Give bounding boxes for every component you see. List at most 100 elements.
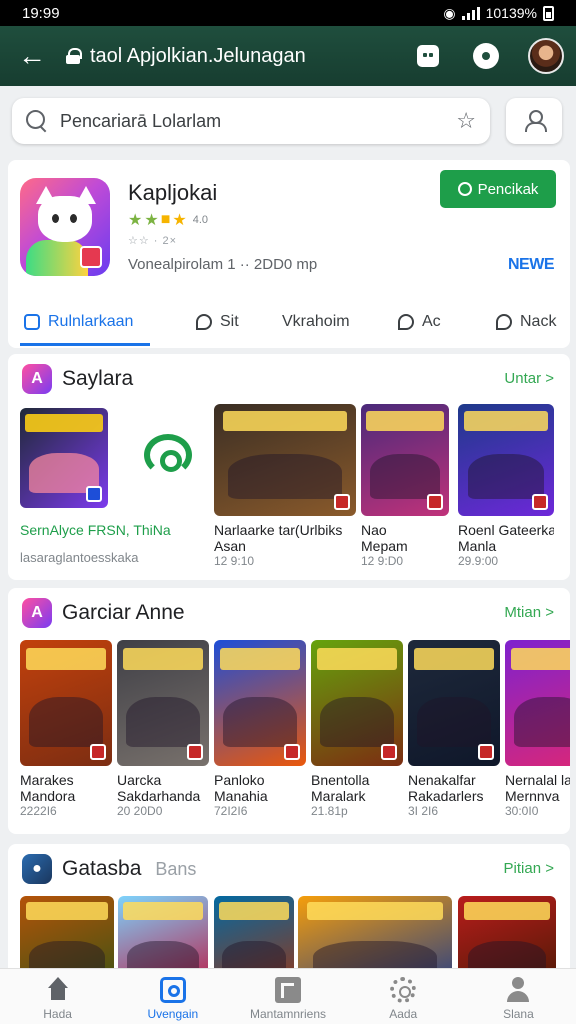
app-name-line2: Sakdarhanda [117,788,201,804]
tab-label: Nack [520,313,557,330]
tab-bar: Rulnlarkaan Sit Vkrahoim Ac Nack [8,298,570,346]
lock-icon [66,48,82,64]
signal-icon [461,6,480,20]
url-bar[interactable]: taol Apjolkian.Jelunagan [66,36,372,76]
install-button[interactable]: Pencikak [440,170,556,208]
nav-settings[interactable]: Aada [346,969,461,1024]
tab-rulnlarkaan[interactable]: Rulnlarkaan [20,298,150,346]
url-text: taol Apjolkian.Jelunagan [90,44,306,67]
app-card[interactable]: Bnentolla Maralark 21.81p [311,640,403,818]
section-title: Gatasba [62,857,142,880]
featured-app-card[interactable] [20,408,108,508]
app-size: 12 9:10 [214,554,255,568]
app-name: Uarcka [117,772,162,788]
apps-button[interactable] [412,40,444,72]
app-size: 2222I6 [20,804,57,818]
section-logo-icon: ● [22,854,52,884]
app-thumbnail [505,640,570,766]
app-card[interactable]: Nao Mepam 12 9:D0 [361,404,449,568]
rating-stars: ★ ★ ■ ★ 4.0 [128,210,208,230]
tab-sit[interactable]: Sit [192,298,243,346]
see-more-link[interactable]: Untar > [504,370,554,387]
avatar[interactable] [528,38,564,74]
app-card[interactable]: Roenl Gateerka Manla 29.9:00 [458,404,554,568]
app-name: Panloko [214,772,265,788]
section-logo-icon: A [22,364,52,394]
app-size: 20 20D0 [117,804,163,818]
search-input[interactable]: Pencariarā Lolarlam ☆ [12,98,490,144]
app-downloads: Vonealpirolam 1 ·· 2DD0 mp [128,256,318,273]
tab-icon [398,314,414,330]
section-saylara: A Saylara Untar > SernAlyce FRSN, ThiNa … [8,354,570,580]
nav-label: Slana [503,1007,534,1021]
app-name: Nao [361,522,387,538]
see-more-link[interactable]: Pitian > [504,860,554,877]
tab-label: Sit [220,313,239,330]
battery-percent: 10139% [485,5,537,21]
section-title: Garciar Anne [62,601,185,624]
app-bar: ← taol Apjolkian.Jelunagan [0,26,576,86]
search-icon [26,110,48,132]
app-size: 29.9:00 [458,554,499,568]
app-name: Roenl Gateerka [458,522,554,538]
status-icons: ◉ 10139% [443,5,554,22]
gear-icon [390,977,417,1003]
app-name: Marakes [20,772,74,788]
battery-icon [543,5,554,21]
bottom-nav: Hada Uvengain Mantamnriens Aada Slana [0,968,576,1024]
tab-nack[interactable]: Nack [492,298,560,346]
nav-label: Hada [43,1007,72,1021]
see-more-link[interactable]: Mtian > [504,604,554,621]
user-icon [505,977,531,1003]
tab-icon [24,314,40,330]
tab-icon [196,314,212,330]
app-name: Narlaarke tar(Urlbiks [214,522,343,538]
app-name-line2: Maralark [311,788,366,804]
app-thumbnail [214,640,306,766]
tab-ac[interactable]: Ac [394,298,445,346]
app-name-line2: Asan [214,538,246,554]
app-thumbnail [311,640,403,766]
app-card[interactable]: Uarcka Sakdarhanda 20 20D0 [117,640,209,818]
app-header-card: Kapljokai ★ ★ ■ ★ 4.0 ☆☆ · 2× Vonealpiro… [8,160,570,348]
apps-icon [159,977,186,1003]
nav-apps[interactable]: Uvengain [115,969,230,1024]
chat-bubble-icon [457,182,472,196]
app-thumbnail [117,640,209,766]
tab-vkrahoim[interactable]: Vkrahoim [278,298,354,346]
star-icon[interactable]: ☆ [456,108,476,134]
tab-label: Ac [422,313,441,330]
app-size: 21.81p [311,804,348,818]
star-icon: ★ [144,212,159,229]
status-time: 19:99 [22,4,60,22]
install-label: Pencikak [477,180,539,198]
app-card[interactable]: Nernalal lat PlanMernnva30:0I0 [505,640,570,818]
app-thumbnail [20,640,112,766]
app-card[interactable]: Nenakalfar Rakadarlers 3I 2I6 [408,640,500,818]
app-name-line2: Manla [458,538,497,554]
nav-library[interactable]: Mantamnriens [230,969,345,1024]
app-small-meta: ☆☆ · 2× [128,235,178,247]
wifi-icon: ◉ [443,4,456,21]
app-thumbnail [214,404,356,516]
app-card[interactable]: Panloko Manahia 72I2I6 [214,640,306,818]
nav-profile[interactable]: Slana [461,969,576,1024]
profile-button[interactable] [506,98,562,144]
app-name-line2: Rakadarlers [408,788,484,804]
back-button[interactable]: ← [12,36,52,76]
nav-label: Mantamnriens [249,1007,327,1021]
nav-home[interactable]: Hada [0,969,115,1024]
star-icon: ★ [172,212,187,229]
app-card[interactable]: Marakes Mandora 2222I6 [20,640,112,818]
chat-button[interactable] [470,40,502,72]
app-name-line2: Mandora [20,788,76,804]
home-icon [45,977,71,1003]
app-card[interactable]: Narlaarke tar(Urlbiks Asan 12 9:10 [214,404,356,568]
status-bar: 19:99 ◉ 10139% [0,0,576,26]
rating-value: 4.0 [192,214,208,226]
apps-icon [417,45,439,67]
search-placeholder: Pencariarā Lolarlam [60,110,222,131]
app-name: Bnentolla [311,772,370,788]
app-thumbnail [408,640,500,766]
section-title: Saylara [62,367,134,390]
